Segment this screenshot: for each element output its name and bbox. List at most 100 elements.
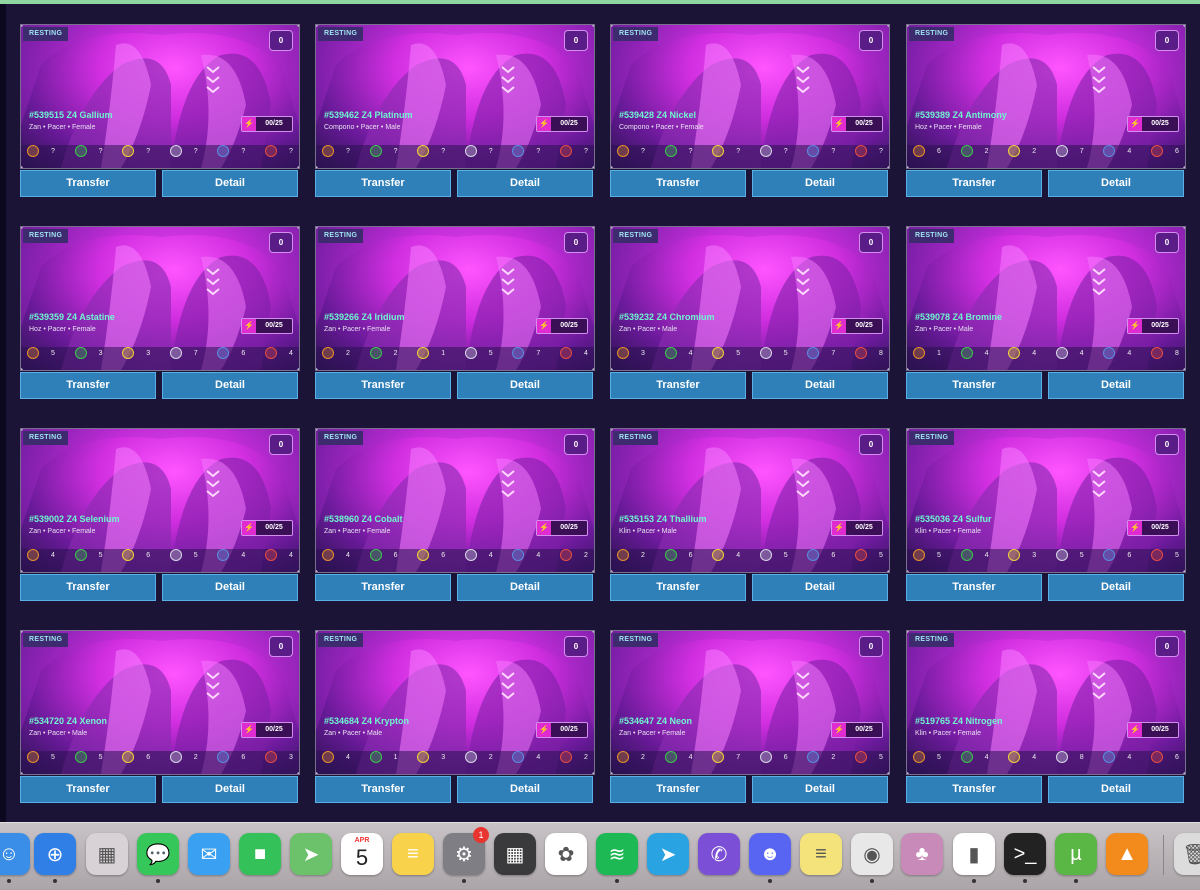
transfer-button[interactable]: Transfer (610, 170, 746, 197)
favorite-heart-icon[interactable]: 0 (859, 30, 883, 51)
game-app-icon[interactable]: ♣ (901, 833, 943, 875)
calendar-icon[interactable]: APR 5 (341, 833, 383, 875)
calculator-icon[interactable]: ▦ (494, 833, 536, 875)
favorite-heart-icon[interactable]: 0 (269, 434, 293, 455)
transfer-button[interactable]: Transfer (315, 574, 451, 601)
favorite-heart-icon[interactable]: 0 (564, 434, 588, 455)
card-image-frame[interactable]: RESTING 0 ⚡ 00/25 #539515 Z4 Gallium Zan • Pa… (20, 24, 300, 169)
favorite-heart-icon[interactable]: 0 (1155, 232, 1179, 253)
card-image-frame[interactable]: RESTING 0 ⚡ 00/25 #539266 Z4 Iridium Zan • Pa… (315, 226, 595, 371)
favorite-heart-icon[interactable]: 0 (859, 232, 883, 253)
stat-value: 2 (583, 753, 588, 761)
utorrent-icon[interactable]: µ (1055, 833, 1097, 875)
card-image-frame[interactable]: RESTING 0 ⚡ 00/25 #535036 Z4 Sulfur Klin • Pa… (906, 428, 1186, 573)
favorite-heart-icon[interactable]: 0 (269, 232, 293, 253)
detail-button[interactable]: Detail (162, 170, 298, 197)
transfer-button[interactable]: Transfer (315, 776, 451, 803)
transfer-button[interactable]: Transfer (610, 574, 746, 601)
transfer-button[interactable]: Transfer (906, 170, 1042, 197)
stat-speed-icon (712, 751, 725, 763)
telegram-icon[interactable]: ➤ (647, 833, 689, 875)
stat-value: ? (288, 147, 293, 155)
running-indicator (1074, 879, 1078, 883)
transfer-button[interactable]: Transfer (20, 574, 156, 601)
favorite-heart-icon[interactable]: 0 (859, 636, 883, 657)
running-indicator (156, 879, 160, 883)
detail-button[interactable]: Detail (752, 574, 888, 601)
launchpad-icon[interactable]: ▦ (86, 833, 128, 875)
card-image-frame[interactable]: RESTING 0 ⚡ 00/25 #539428 Z4 Nickel Compono •… (610, 24, 890, 169)
detail-button[interactable]: Detail (457, 170, 593, 197)
detail-button[interactable]: Detail (1048, 776, 1184, 803)
card-image-frame[interactable]: RESTING 0 ⚡ 00/25 #539002 Z4 Selenium Zan • P… (20, 428, 300, 573)
card-image-frame[interactable]: RESTING 0 ⚡ 00/25 #534684 Z4 Krypton Zan • Pa… (315, 630, 595, 775)
stat-strength-icon (27, 549, 39, 561)
favorite-heart-icon[interactable]: 0 (1155, 636, 1179, 657)
detail-button[interactable]: Detail (457, 776, 593, 803)
favorite-heart-icon[interactable]: 0 (269, 30, 293, 51)
card-image-frame[interactable]: RESTING 0 ⚡ 00/25 #534647 Z4 Neon Zan • Pacer… (610, 630, 890, 775)
favorite-heart-icon[interactable]: 0 (1155, 30, 1179, 51)
stat-agility-icon (960, 145, 973, 157)
transfer-button[interactable]: Transfer (315, 372, 451, 399)
detail-button[interactable]: Detail (752, 776, 888, 803)
card-image-frame[interactable]: RESTING 0 ⚡ 00/25 #539462 Z4 Platinum Compono… (315, 24, 595, 169)
transfer-button[interactable]: Transfer (906, 574, 1042, 601)
transfer-button[interactable]: Transfer (610, 776, 746, 803)
transfer-button[interactable]: Transfer (20, 776, 156, 803)
frame-corner-dot (611, 368, 613, 370)
favorite-heart-icon[interactable]: 0 (564, 232, 588, 253)
favorite-heart-icon[interactable]: 0 (1155, 434, 1179, 455)
stat-item: 6 (759, 751, 790, 763)
card-image-frame[interactable]: RESTING 0 ⚡ 00/25 #539389 Z4 Antimony Hoz • P… (906, 24, 1186, 169)
discord-icon[interactable]: ☻ (749, 833, 791, 875)
detail-button[interactable]: Detail (752, 170, 888, 197)
finder-icon[interactable]: ☺ (0, 833, 30, 875)
transfer-button[interactable]: Transfer (20, 372, 156, 399)
transfer-button[interactable]: Transfer (906, 776, 1042, 803)
detail-button[interactable]: Detail (457, 574, 593, 601)
chrome-icon[interactable]: ◉ (851, 833, 893, 875)
card-image-frame[interactable]: RESTING 0 ⚡ 00/25 #539078 Z4 Bromine Zan • Pa… (906, 226, 1186, 371)
terminal-icon[interactable]: >_ (1004, 833, 1046, 875)
notes-icon[interactable]: ≡ (392, 833, 434, 875)
detail-button[interactable]: Detail (1048, 170, 1184, 197)
card-image-frame[interactable]: RESTING 0 ⚡ 00/25 #539232 Z4 Chromium Zan • P… (610, 226, 890, 371)
transfer-button[interactable]: Transfer (906, 372, 1042, 399)
favorite-heart-icon[interactable]: 0 (564, 636, 588, 657)
card-image-frame[interactable]: RESTING 0 ⚡ 00/25 #534720 Z4 Xenon Zan • Pace… (20, 630, 300, 775)
card-image-frame[interactable]: RESTING 0 ⚡ 00/25 #539359 Z4 Astatine Hoz • P… (20, 226, 300, 371)
favorite-heart-icon[interactable]: 0 (564, 30, 588, 51)
maps-icon[interactable]: ➤ (290, 833, 332, 875)
transfer-button[interactable]: Transfer (610, 372, 746, 399)
stat-item: ? (559, 145, 590, 157)
detail-button[interactable]: Detail (457, 372, 593, 399)
transfer-button[interactable]: Transfer (315, 170, 451, 197)
messages-icon[interactable]: 💬 (137, 833, 179, 875)
detail-button[interactable]: Detail (162, 574, 298, 601)
stat-agility-icon (664, 751, 677, 763)
spotify-icon[interactable]: ≋ (596, 833, 638, 875)
safari-icon[interactable]: ⊕ (34, 833, 76, 875)
favorite-heart-icon[interactable]: 0 (269, 636, 293, 657)
stickies-icon[interactable]: ≡ (800, 833, 842, 875)
stat-item: ? (264, 145, 295, 157)
vlc-icon[interactable]: ▲ (1106, 833, 1148, 875)
mail-icon[interactable]: ✉ (188, 833, 230, 875)
numbers-icon[interactable]: ▮ (953, 833, 995, 875)
detail-button[interactable]: Detail (1048, 372, 1184, 399)
detail-button[interactable]: Detail (162, 776, 298, 803)
favorite-heart-icon[interactable]: 0 (859, 434, 883, 455)
facetime-icon[interactable]: ■ (239, 833, 281, 875)
transfer-button[interactable]: Transfer (20, 170, 156, 197)
card-image-frame[interactable]: RESTING 0 ⚡ 00/25 #519765 Z4 Nitrogen Klin • … (906, 630, 1186, 775)
trash-icon[interactable]: 🗑 (1174, 833, 1200, 875)
detail-button[interactable]: Detail (162, 372, 298, 399)
card-image-frame[interactable]: RESTING 0 ⚡ 00/25 #535153 Z4 Thallium Klin • … (610, 428, 890, 573)
card-image-frame[interactable]: RESTING 0 ⚡ 00/25 #538960 Z4 Cobalt Zan • Pac… (315, 428, 595, 573)
detail-button[interactable]: Detail (1048, 574, 1184, 601)
status-tag: RESTING (909, 431, 955, 445)
detail-button[interactable]: Detail (752, 372, 888, 399)
photos-icon[interactable]: ✿ (545, 833, 587, 875)
viber-icon[interactable]: ✆ (698, 833, 740, 875)
